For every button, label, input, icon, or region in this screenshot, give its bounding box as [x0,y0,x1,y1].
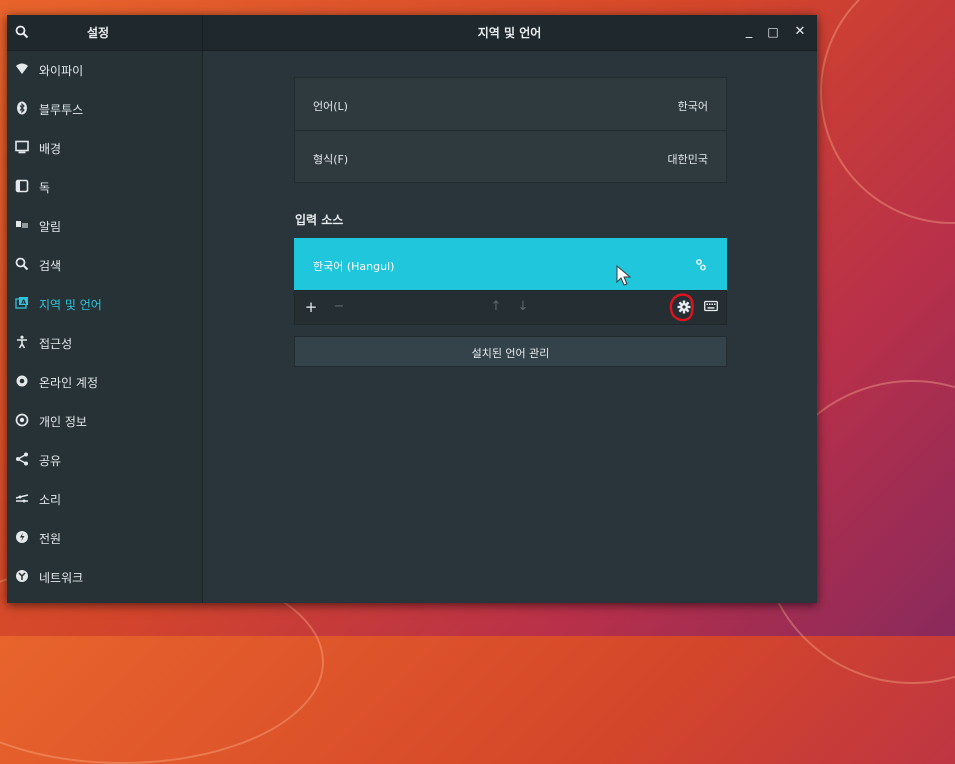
title-bar: 설정 지역 및 언어 _ □ ✕ [7,15,817,51]
close-button[interactable]: ✕ [789,21,811,43]
sidebar-item-background[interactable]: 배경 [7,129,202,167]
move-up-button[interactable]: ↑ [488,299,504,315]
minimize-button[interactable]: _ [738,21,760,43]
language-label: 언어(L) [313,100,348,113]
formats-row[interactable]: 형식(F) 대한민국 [295,131,726,183]
wifi-icon [15,61,29,75]
settings-window: 설정 지역 및 언어 _ □ ✕ 와이파이 블루투스 배경 독 알림 검색 A … [7,15,817,603]
search-icon[interactable] [15,24,31,40]
input-sources-title: 입력 소스 [295,213,344,227]
notifications-icon [15,217,29,231]
sidebar-item-label: 블루투스 [39,103,84,117]
language-row[interactable]: 언어(L) 한국어 [295,78,726,130]
region-language-icon: A [15,295,29,309]
input-source-row[interactable]: 한국어 (Hangul) [294,238,727,290]
input-method-icon [694,257,708,271]
accessibility-icon [15,334,29,349]
sidebar-item-label: 네트워크 [39,571,84,585]
sidebar-item-search[interactable]: 검색 [7,246,202,284]
sidebar-item-label: 전원 [39,532,62,546]
sidebar-item-label: 공유 [39,454,62,468]
sidebar-item-region-language[interactable]: A 지역 및 언어 [7,285,202,323]
window-title: 지역 및 언어 [477,26,542,40]
power-icon [15,529,29,543]
share-icon [15,451,29,466]
sidebar-item-label: 배경 [39,142,62,156]
manage-installed-languages-label: 설치된 언어 관리 [471,347,550,360]
sidebar-item-privacy[interactable]: 개인 정보 [7,402,202,440]
privacy-icon [15,412,29,427]
input-source-label: 한국어 (Hangul) [313,260,395,273]
keyboard-icon[interactable] [703,300,719,316]
sidebar-header: 설정 [7,15,203,50]
sidebar-item-label: 지역 및 언어 [39,298,102,312]
sidebar-item-sound[interactable]: 소리 [7,480,202,518]
sidebar-item-network[interactable]: 네트워크 [7,558,202,596]
sidebar-title: 설정 [87,26,110,40]
mouse-cursor-icon [616,264,632,287]
sidebar-item-notifications[interactable]: 알림 [7,207,202,245]
sidebar: 와이파이 블루투스 배경 독 알림 검색 A 지역 및 언어 접근성 온라인 계… [7,51,203,603]
sidebar-item-online-accounts[interactable]: 온라인 계정 [7,363,202,401]
input-sources-toolbar: + − ↑ ↓ [294,290,727,325]
bluetooth-icon [15,100,29,115]
sidebar-item-bluetooth[interactable]: 블루투스 [7,90,202,128]
online-accounts-icon [15,373,29,387]
formats-label: 형식(F) [313,153,349,166]
formats-value: 대한민국 [667,153,708,166]
sound-icon [15,490,29,504]
sidebar-item-power[interactable]: 전원 [7,519,202,557]
add-input-source-button[interactable]: + [303,299,319,315]
sidebar-item-dock[interactable]: 독 [7,168,202,206]
sidebar-item-label: 와이파이 [39,64,84,78]
manage-installed-languages-button[interactable]: 설치된 언어 관리 [294,336,727,367]
sidebar-item-accessibility[interactable]: 접근성 [7,324,202,362]
network-icon [15,568,29,582]
sidebar-item-label: 독 [39,181,51,195]
sidebar-item-share[interactable]: 공유 [7,441,202,479]
search-icon [15,256,29,271]
maximize-button[interactable]: □ [762,21,784,43]
sidebar-item-wifi[interactable]: 와이파이 [7,51,202,89]
background-icon [15,139,29,154]
svg-text:A: A [21,298,26,306]
language-value: 한국어 [677,100,708,113]
sidebar-item-label: 알림 [39,220,62,234]
remove-input-source-button[interactable]: − [331,299,347,315]
sidebar-item-label: 개인 정보 [39,415,87,429]
red-annotation-circle [666,292,696,324]
dock-icon [15,178,29,193]
sidebar-item-label: 온라인 계정 [39,376,99,390]
sidebar-item-label: 소리 [39,493,62,507]
move-down-button[interactable]: ↓ [515,299,531,315]
sidebar-item-label: 검색 [39,259,62,273]
language-format-panel: 언어(L) 한국어 형식(F) 대한민국 [294,77,727,183]
sidebar-item-label: 접근성 [39,337,73,351]
